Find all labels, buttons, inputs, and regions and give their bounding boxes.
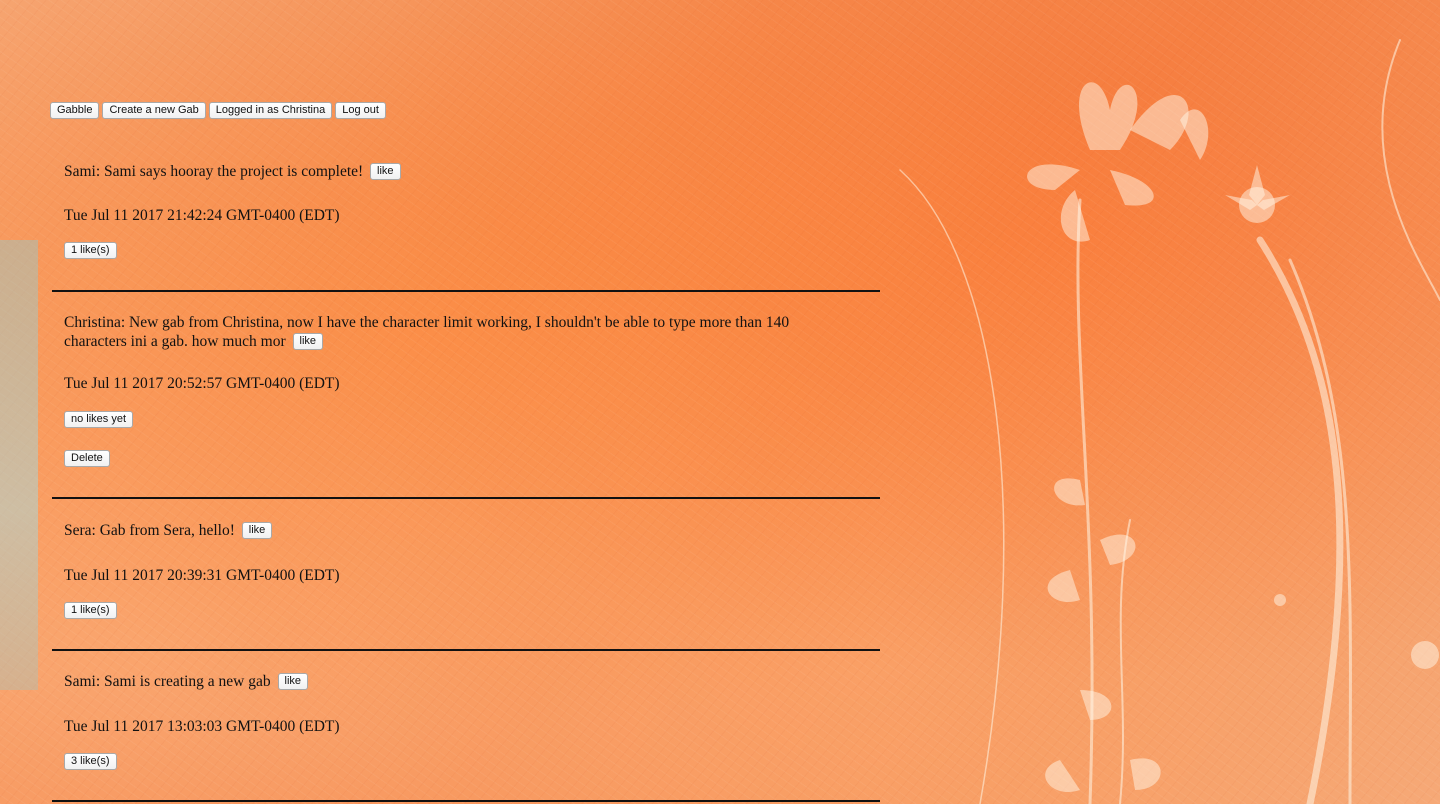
like-button[interactable]: like — [370, 162, 401, 180]
like-count-button[interactable]: 3 like(s) — [64, 753, 117, 770]
create-gab-button[interactable]: Create a new Gab — [102, 102, 206, 119]
like-count-button[interactable]: no likes yet — [64, 411, 134, 428]
gab-message: Sami: Sami says hooray the project is co… — [64, 163, 364, 180]
gab-message: Sera: Gab from Sera, hello! — [64, 522, 235, 539]
floral-background-illustration — [899, 39, 1440, 804]
like-button[interactable]: like — [241, 521, 273, 539]
gab-timestamp: Tue Jul 11 2017 20:39:31 GMT-0400 (EDT) — [64, 567, 340, 584]
gab-message: Christina: New gab from Christina, now I… — [64, 314, 790, 350]
gab-timestamp: Tue Jul 11 2017 13:03:03 GMT-0400 (EDT) — [64, 718, 340, 735]
gab-text: Sami: Sami is creating a new gab like — [64, 672, 844, 691]
logged-in-user-button[interactable]: Logged in as Christina — [208, 102, 333, 119]
background-teal-strip — [0, 240, 38, 690]
logout-button[interactable]: Log out — [335, 102, 386, 119]
top-nav: Gabble Create a new Gab Logged in as Chr… — [50, 102, 386, 119]
like-button[interactable]: like — [292, 332, 324, 350]
gab-timestamp: Tue Jul 11 2017 20:52:57 GMT-0400 (EDT) — [64, 375, 340, 392]
like-count-button[interactable]: 1 like(s) — [64, 602, 117, 619]
gab-text: Christina: New gab from Christina, now I… — [64, 313, 844, 351]
gab-text: Sera: Gab from Sera, hello! like — [64, 521, 844, 540]
like-count-button[interactable]: 1 like(s) — [64, 242, 117, 259]
gab-item: Christina: New gab from Christina, now I… — [52, 292, 880, 499]
gab-message: Sami: Sami is creating a new gab — [64, 673, 271, 690]
gab-item: Sami: Sami is creating a new gab like Tu… — [52, 651, 880, 802]
gab-item: Sami: Sami says hooray the project is co… — [52, 140, 880, 292]
gabble-home-button[interactable]: Gabble — [50, 102, 100, 119]
gab-text: Sami: Sami says hooray the project is co… — [64, 162, 844, 181]
like-button[interactable]: like — [277, 672, 309, 690]
gab-timestamp: Tue Jul 11 2017 21:42:24 GMT-0400 (EDT) — [64, 207, 340, 224]
delete-gab-button[interactable]: Delete — [64, 450, 110, 467]
gab-item: Sera: Gab from Sera, hello! like Tue Jul… — [52, 499, 880, 651]
